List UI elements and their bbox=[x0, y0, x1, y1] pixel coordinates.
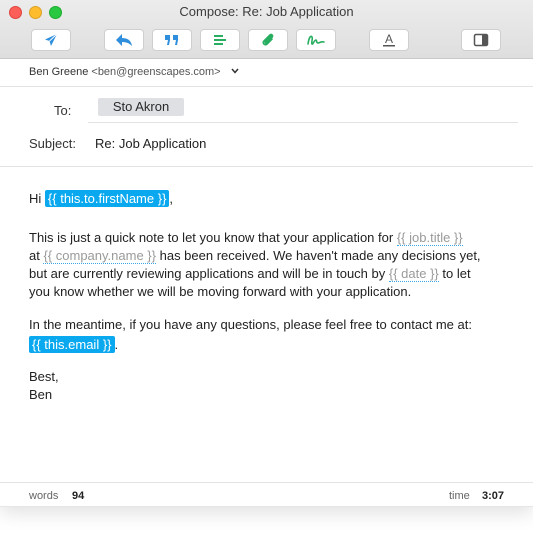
text-format-icon: A bbox=[383, 32, 395, 47]
body-text: you know whether we will be moving forwa… bbox=[29, 284, 412, 299]
body-line: at {{ company.name }} has been received.… bbox=[29, 247, 481, 265]
greeting-comma: , bbox=[169, 191, 174, 206]
window-title: Compose: Re: Job Application bbox=[179, 4, 354, 19]
text-format-glyph: A bbox=[385, 32, 393, 46]
body-line: {{ this.email }}. bbox=[29, 336, 472, 354]
reply-button[interactable] bbox=[104, 29, 144, 51]
quote-icon bbox=[165, 35, 178, 45]
chevron-down-icon[interactable] bbox=[231, 68, 239, 74]
variable-job-title[interactable]: {{ job.title }} bbox=[396, 230, 463, 246]
words-label: words bbox=[29, 490, 59, 502]
variable-date[interactable]: {{ date }} bbox=[388, 266, 439, 282]
paperclip-icon bbox=[262, 33, 274, 46]
recipient-chip[interactable]: Sto Akron bbox=[98, 98, 184, 116]
time-value: 3:07 bbox=[482, 490, 505, 502]
title-bar: Compose: Re: Job Application A bbox=[0, 0, 533, 59]
greeting-line: Hi {{ this.to.firstName }}, bbox=[29, 190, 173, 208]
body-text: to let bbox=[442, 266, 471, 281]
body-text: at bbox=[29, 248, 40, 263]
to-label: To: bbox=[54, 103, 72, 118]
body-text: . bbox=[114, 337, 119, 352]
subject-input[interactable]: Re: Job Application bbox=[95, 136, 206, 151]
from-name: Ben Greene bbox=[29, 66, 89, 78]
send-button[interactable] bbox=[31, 29, 71, 51]
signature-icon bbox=[307, 35, 325, 45]
align-left-icon bbox=[214, 35, 226, 45]
quote-button[interactable] bbox=[152, 29, 192, 51]
reply-arrow-icon bbox=[116, 34, 132, 46]
to-divider bbox=[88, 122, 518, 123]
variable-company-name[interactable]: {{ company.name }} bbox=[43, 248, 156, 264]
body-text: In the meantime, if you have any questio… bbox=[29, 317, 472, 332]
body-line: In the meantime, if you have any questio… bbox=[29, 316, 472, 334]
variable-first-name[interactable]: {{ this.to.firstName }} bbox=[44, 190, 170, 207]
body-text: but are currently reviewing applications… bbox=[29, 266, 386, 281]
time-label: time bbox=[449, 490, 470, 502]
signature-button[interactable] bbox=[296, 29, 336, 51]
attach-button[interactable] bbox=[248, 29, 288, 51]
body-line: This is just a quick note to let you kno… bbox=[29, 229, 481, 247]
from-sender: Ben Greene <ben@greenscapes.com> bbox=[29, 66, 221, 78]
compose-window: Compose: Re: Job Application A Ben Green… bbox=[0, 0, 533, 507]
body-text: has been received. We haven't made any d… bbox=[159, 248, 481, 263]
paper-plane-icon bbox=[45, 33, 58, 46]
variable-email[interactable]: {{ this.email }} bbox=[29, 336, 115, 353]
header-divider bbox=[0, 166, 533, 167]
signature-block: Best, Ben bbox=[29, 368, 59, 404]
body-paragraph-1: This is just a quick note to let you kno… bbox=[29, 229, 481, 301]
from-address: <ben@greenscapes.com> bbox=[91, 66, 221, 78]
text-format-button[interactable]: A bbox=[369, 29, 409, 51]
status-bar: words 94 time 3:07 bbox=[0, 482, 533, 507]
body-text: This is just a quick note to let you kno… bbox=[29, 230, 394, 245]
align-button[interactable] bbox=[200, 29, 240, 51]
subject-label: Subject: bbox=[29, 136, 76, 151]
sign-off: Best, bbox=[29, 369, 59, 384]
sign-name: Ben bbox=[29, 387, 53, 402]
body-line: but are currently reviewing applications… bbox=[29, 265, 481, 283]
sidebar-toggle-icon bbox=[473, 33, 489, 47]
sidebar-toggle-button[interactable] bbox=[461, 29, 501, 51]
body-paragraph-2: In the meantime, if you have any questio… bbox=[29, 316, 472, 354]
from-row[interactable]: Ben Greene <ben@greenscapes.com> bbox=[0, 58, 533, 87]
body-line: you know whether we will be moving forwa… bbox=[29, 283, 481, 301]
greeting-text: Hi bbox=[29, 191, 42, 206]
words-count: 94 bbox=[72, 490, 85, 502]
